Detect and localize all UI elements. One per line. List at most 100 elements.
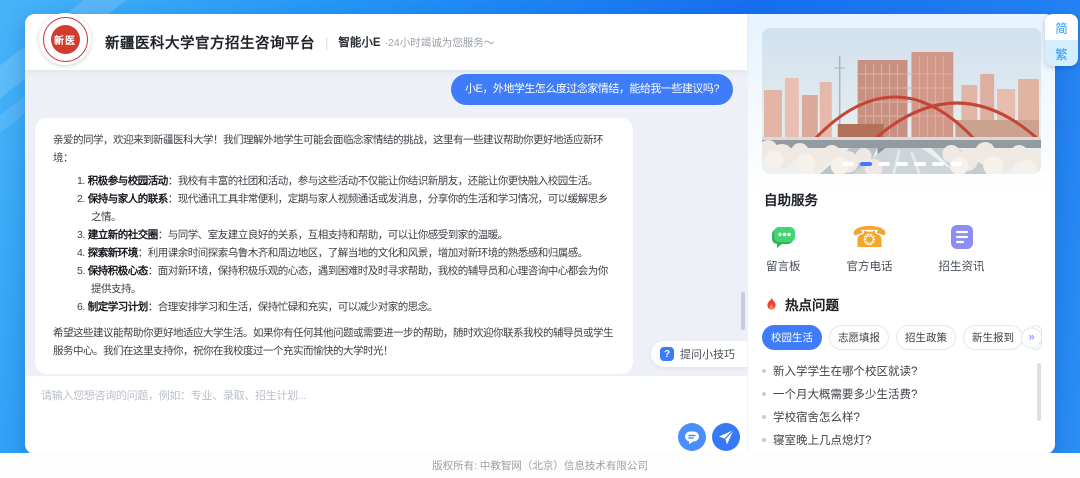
copyright-text: 版权所有: 中教智网（北京）信息技术有限公司 (432, 458, 648, 473)
flame-icon (764, 297, 779, 312)
suggestion-item: 2.保持与家人的联系：现代通讯工具非常便利，定期与家人视频通话或发消息，分享你的… (77, 190, 615, 226)
service-label: 留言板 (766, 258, 801, 274)
hot-question[interactable]: 寝室晚上几点熄灯? (762, 428, 1041, 451)
service-admission-news[interactable]: 招生资讯 (939, 221, 985, 274)
seal-ring-icon: 新医 (43, 17, 88, 62)
carousel-dot[interactable] (896, 162, 908, 166)
bullet-dot-icon (762, 392, 766, 396)
user-message-bubble: 小E，外地学生怎么度过念家情结，能给我一些建议吗? (451, 74, 733, 105)
bot-message-bubble: 亲爱的同学，欢迎来到新疆医科大学！我们理解外地学生可能会面临念家情结的挑战，这里… (35, 118, 633, 375)
suggestion-text: ：我校有丰富的社团和活动，参与这些活动不仅能让你结识新朋友，还能让你更快融入校园… (168, 175, 598, 187)
suggestion-item: 3.建立新的社交圈：与同学、室友建立良好的关系，互相支持和帮助，可以让你感受到家… (77, 226, 615, 244)
bot-name: 智能小E (338, 34, 380, 50)
service-message-board[interactable]: 留言板 (766, 221, 801, 274)
suggestion-item: 6.制定学习计划：合理安排学习和生活，保持忙碌和充实，可以减少对家的思念。 (77, 298, 615, 316)
hot-tab[interactable]: 校园生活 (762, 325, 822, 350)
bullet-dot-icon (762, 369, 766, 373)
seal-text: 新医 (51, 25, 80, 54)
bot-intro: 亲爱的同学，欢迎来到新疆医科大学！我们理解外地学生可能会面临念家情结的挑战，这里… (53, 131, 615, 167)
chat-input[interactable] (41, 390, 661, 402)
title-divider: | (325, 35, 328, 50)
suggestion-list: 1.积极参与校园活动：我校有丰富的社团和活动，参与这些活动不仅能让你结识新朋友，… (53, 172, 615, 316)
self-service-row: 留言板 ☎ 官方电话 招生资讯 (762, 221, 1041, 274)
header: 新医 新疆医科大学官方招生咨询平台 | 智能小E ·24小时竭诚为您服务～ (25, 14, 747, 70)
suggestion-text: ：现代通讯工具非常便利，定期与家人视频通话或发消息，分享你的生活和学习情况，可以… (91, 193, 608, 223)
hot-question-text: 一个月大概需要多少生活费? (773, 386, 917, 402)
campus-winter-photo (762, 28, 1041, 174)
service-official-phone[interactable]: ☎ 官方电话 (847, 221, 893, 274)
main-card: 新医 新疆医科大学官方招生咨询平台 | 智能小E ·24小时竭诚为您服务～ 小E… (25, 14, 1055, 454)
composer-buttons (678, 423, 740, 451)
chat-bubble-icon (678, 423, 706, 451)
hot-question[interactable]: 学校宿舍怎么样? (762, 405, 1041, 428)
carousel-dot[interactable] (950, 162, 962, 166)
hot-question-text: 寝室晚上几点熄灯? (773, 432, 871, 448)
hot-question-tabs: 校园生活志愿填报招生政策新生报到 » (762, 325, 1042, 350)
carousel-dot[interactable] (860, 162, 872, 166)
hot-question[interactable]: 一个月大概需要多少生活费? (762, 382, 1041, 405)
hot-tab[interactable]: 招生政策 (896, 325, 956, 350)
footer: 版权所有: 中教智网（北京）信息技术有限公司 (0, 453, 1080, 478)
simplified-chinese-button[interactable]: 简 (1045, 14, 1078, 40)
side-panel: 自助服务 留言板 ☎ 官方电话 (747, 14, 1055, 454)
carousel-dot[interactable] (878, 162, 890, 166)
hot-question-list: 新入学学生在哪个校区就读? 一个月大概需要多少生活费? 学校宿舍怎么样? 寝室晚上几点… (762, 359, 1041, 459)
suggestion-number: 5. (77, 265, 85, 277)
hot-question[interactable]: 新入学学生在哪个校区就读? (762, 359, 1041, 382)
service-label: 招生资讯 (939, 258, 985, 274)
questions-scrollbar[interactable] (1037, 363, 1041, 421)
suggestion-text: ：合理安排学习和生活，保持忙碌和充实，可以减少对家的思念。 (148, 301, 438, 313)
self-service-title: 自助服务 (764, 189, 1041, 209)
carousel-dot[interactable] (842, 162, 854, 166)
composer (25, 376, 747, 454)
suggestion-number: 4. (77, 247, 85, 259)
suggestion-text: ：利用课余时间探索乌鲁木齐和周边地区，了解当地的文化和风景，增加对新环境的熟悉感… (138, 247, 588, 259)
suggestion-title: 制定学习计划 (88, 301, 148, 313)
bullet-dot-icon (762, 438, 766, 442)
question-mark-icon: ? (660, 347, 674, 361)
suggestion-title: 保持与家人的联系 (88, 193, 168, 205)
university-logo: 新医 (39, 13, 91, 65)
suggestion-title: 积极参与校园活动 (88, 175, 168, 187)
suggestion-number: 3. (77, 229, 85, 241)
bot-outro: 希望这些建议能帮助你更好地适应大学生活。如果你有任何其他问题或需要进一步的帮助，… (53, 324, 615, 360)
carousel-dots (842, 162, 962, 166)
chat-scrollbar[interactable] (741, 292, 745, 330)
question-tips-label: 提问小技巧 (680, 346, 735, 362)
campus-photo-carousel (762, 28, 1041, 174)
suggestion-item: 4.探索新环境：利用课余时间探索乌鲁木齐和周边地区，了解当地的文化和风景，增加对… (77, 244, 615, 262)
suggestion-item: 5.保持积极心态：面对新环境，保持积极乐观的心态，遇到困难时及时寻求帮助，我校的… (77, 262, 615, 298)
suggestion-title: 探索新环境 (88, 247, 138, 259)
carousel-dot[interactable] (914, 162, 926, 166)
service-slogan: ·24小时竭诚为您服务～ (385, 35, 495, 50)
page-title: 新疆医科大学官方招生咨询平台 (105, 32, 315, 53)
bullet-dot-icon (762, 415, 766, 419)
hot-question-text: 新入学学生在哪个校区就读? (773, 363, 917, 379)
phone-icon: ☎ (854, 221, 886, 253)
hot-questions-header: 热点问题 (764, 294, 1041, 314)
suggestion-item: 1.积极参与校园活动：我校有丰富的社团和活动，参与这些活动不仅能让你结识新朋友，… (77, 172, 615, 190)
quick-chat-button[interactable] (678, 423, 706, 451)
message-board-icon (767, 221, 799, 253)
suggestion-title: 保持积极心态 (88, 265, 148, 277)
hot-tab[interactable]: 新生报到 (963, 325, 1023, 350)
service-label: 官方电话 (847, 258, 893, 274)
send-plane-icon (712, 423, 740, 451)
carousel-dot[interactable] (932, 162, 944, 166)
tabs-expand-chevron-icon[interactable]: » (1021, 327, 1042, 348)
suggestion-title: 建立新的社交圈 (88, 229, 158, 241)
hot-questions-title: 热点问题 (785, 294, 839, 314)
traditional-chinese-button[interactable]: 繁 (1045, 40, 1078, 66)
app-window: 新医 新疆医科大学官方招生咨询平台 | 智能小E ·24小时竭诚为您服务～ 小E… (0, 0, 1080, 478)
send-button[interactable] (712, 423, 740, 451)
suggestion-number: 2. (77, 193, 85, 205)
admission-news-icon (946, 221, 978, 253)
suggestion-text: ：与同学、室友建立良好的关系，互相支持和帮助，可以让你感受到家的温暖。 (158, 229, 508, 241)
suggestion-number: 6. (77, 301, 85, 313)
suggestion-number: 1. (77, 175, 85, 187)
chat-panel: 小E，外地学生怎么度过念家情结，能给我一些建议吗? 亲爱的同学，欢迎来到新疆医科… (25, 70, 747, 376)
hot-tab[interactable]: 志愿填报 (829, 325, 889, 350)
question-tips-button[interactable]: ? 提问小技巧 (651, 341, 747, 367)
hot-question-text: 学校宿舍怎么样? (773, 409, 860, 425)
suggestion-text: ：面对新环境，保持积极乐观的心态，遇到困难时及时寻求帮助，我校的辅导员和心理咨询… (91, 265, 608, 295)
